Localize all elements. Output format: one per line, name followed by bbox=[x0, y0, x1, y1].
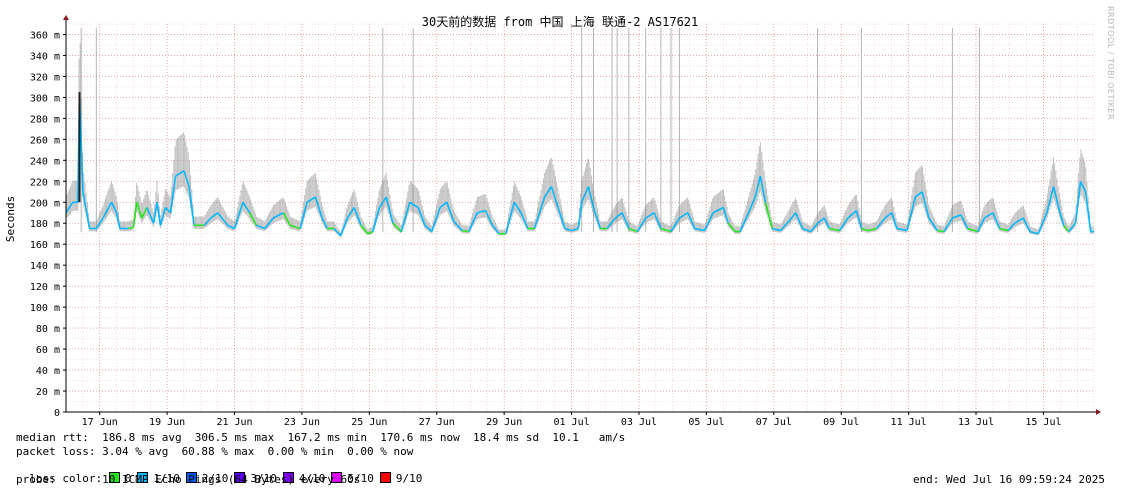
x-tick-label: 17 Jun bbox=[82, 417, 118, 428]
y-tick-label: 100 m bbox=[30, 303, 60, 314]
y-tick-label: 120 m bbox=[30, 282, 60, 293]
y-tick-label: 280 m bbox=[30, 114, 60, 125]
x-tick-label: 03 Jul bbox=[621, 417, 657, 428]
y-tick-label: 180 m bbox=[30, 219, 60, 230]
chart-title: 30天前的数据 from 中国 上海 联通-2 AS17621 bbox=[422, 14, 699, 29]
legend-packet-loss: packet loss: 3.04 % avg 60.88 % max 0.00… bbox=[16, 445, 414, 458]
y-tick-label: 140 m bbox=[30, 261, 60, 272]
y-tick-label: 260 m bbox=[30, 135, 60, 146]
x-tick-label: 01 Jul bbox=[554, 417, 590, 428]
y-tick-label: 300 m bbox=[30, 93, 60, 104]
y-tick-label: 20 m bbox=[36, 387, 60, 398]
x-tick-label: 15 Jul bbox=[1025, 417, 1061, 428]
x-tick-label: 13 Jul bbox=[958, 417, 994, 428]
median-segment bbox=[461, 229, 469, 233]
y-tick-label: 240 m bbox=[30, 156, 60, 167]
y-tick-label: 200 m bbox=[30, 198, 60, 209]
y-tick-label: 40 m bbox=[36, 366, 60, 377]
x-tick-label: 09 Jul bbox=[823, 417, 859, 428]
x-tick-label: 27 Jun bbox=[419, 417, 455, 428]
x-tick-label: 23 Jun bbox=[284, 417, 320, 428]
x-tick-label: 29 Jun bbox=[486, 417, 522, 428]
rrdtool-watermark: RRDTOOL / TOBI OETIKER bbox=[1106, 6, 1115, 121]
median-segment bbox=[937, 229, 945, 233]
loss-color-swatch bbox=[379, 472, 391, 483]
legend-median-rtt: median rtt: 186.8 ms avg 306.5 ms max 16… bbox=[16, 431, 626, 444]
legend-end-time: end: Wed Jul 16 09:59:24 2025 bbox=[912, 473, 1105, 486]
y-tick-label: 160 m bbox=[30, 240, 60, 251]
x-tick-label: 07 Jul bbox=[756, 417, 792, 428]
x-tick-label: 21 Jun bbox=[216, 417, 252, 428]
loss-color-item: 9/10 bbox=[379, 472, 423, 485]
x-tick-label: 19 Jun bbox=[149, 417, 185, 428]
y-tick-label: 320 m bbox=[30, 72, 60, 83]
y-tick-label: 0 bbox=[54, 408, 60, 419]
y-tick-label: 360 m bbox=[30, 30, 60, 41]
y-tick-label: 220 m bbox=[30, 177, 60, 188]
y-tick-label: 340 m bbox=[30, 51, 60, 62]
x-tick-label: 11 Jul bbox=[891, 417, 927, 428]
y-axis-label: Seconds bbox=[4, 196, 17, 242]
x-tick-label: 05 Jul bbox=[688, 417, 724, 428]
y-tick-label: 80 m bbox=[36, 324, 60, 335]
y-tick-label: 60 m bbox=[36, 345, 60, 356]
rtt-chart: 30天前的数据 from 中国 上海 联通-2 AS17621 Seconds … bbox=[0, 0, 1121, 430]
x-tick-label: 25 Jun bbox=[351, 417, 387, 428]
median-segment bbox=[128, 226, 134, 230]
legend-probe: probe: 10 ICMP Echo Pings (64 Bytes) eve… bbox=[16, 473, 361, 486]
loss-color-label: 9/10 bbox=[395, 472, 423, 485]
